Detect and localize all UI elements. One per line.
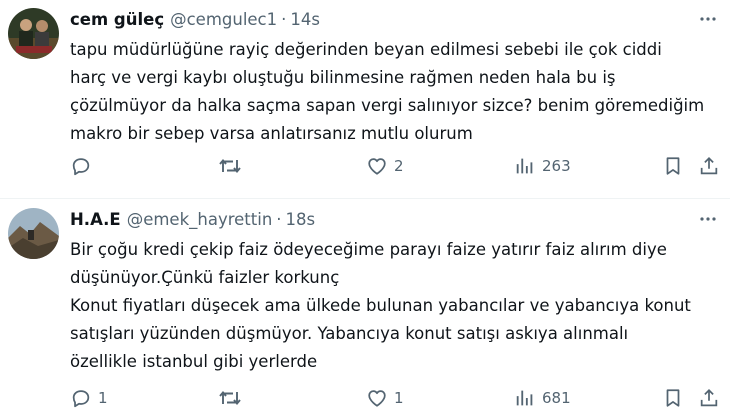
like-count: 1 [394,389,404,407]
bookmark-button[interactable] [662,153,684,179]
tweet-text-line: makro bir sebep varsa anlatırsanız mutlu… [70,124,473,143]
reply-icon [70,387,92,409]
like-button[interactable]: 2 [366,153,404,179]
like-button[interactable]: 1 [366,385,404,411]
reply-button[interactable]: 1 [70,385,108,411]
display-name[interactable]: H.A.E [70,210,121,229]
views-button[interactable]: 681 [514,385,571,411]
more-icon[interactable] [696,208,720,230]
retweet-button[interactable] [218,385,248,411]
views-count: 681 [542,389,571,407]
reply-count: 1 [98,389,108,407]
tweet-text: Bir çoğu kredi çekip faiz ödeyeceğime pa… [70,236,720,376]
timestamp[interactable]: 18s [286,210,316,229]
reply-icon [70,155,92,177]
separator: · [276,209,282,229]
separator: · [281,9,287,29]
username[interactable]: @emek_hayrettin [127,210,273,229]
tweet-header: cem güleç @cemgulec1 · 14s [70,8,320,30]
divider [0,198,730,199]
action-bar: 2 263 [70,153,720,179]
tweet-text-line: satışları yüzünden düşmüyor. Yabancıya k… [70,324,629,343]
retweet-button[interactable] [218,153,248,179]
action-bar: 1 1 681 [70,385,720,411]
tweet-text-line: Bir çoğu kredi çekip faiz ödeyeceğime pa… [70,240,667,259]
views-icon [514,155,536,177]
tweet-text-line: çözülmüyor da halka saçma sapan vergi sa… [70,96,705,115]
bookmark-icon [662,155,684,177]
username[interactable]: @cemgulec1 [170,10,277,29]
tweet-text-line: düşünüyor.Çünkü faizler korkunç [70,268,340,287]
avatar[interactable] [8,208,59,259]
tweet-text-line: Konut fiyatları düşecek ama ülkede bulun… [70,296,691,315]
timestamp[interactable]: 14s [290,10,320,29]
reply-button[interactable] [70,153,98,179]
share-button[interactable] [698,153,720,179]
views-button[interactable]: 263 [514,153,571,179]
retweet-icon [218,387,242,409]
more-icon[interactable] [696,8,720,30]
tweet-text-line: tapu müdürlüğüne rayiç değerinden beyan … [70,40,662,59]
tweet-header: H.A.E @emek_hayrettin · 18s [70,208,315,230]
tweet[interactable]: H.A.E @emek_hayrettin · 18s Bir çoğu kre… [0,200,730,420]
tweet-text-line: harç ve vergi kaybı oluştuğu bilinmesine… [70,68,616,87]
bookmark-button[interactable] [662,385,684,411]
views-icon [514,387,536,409]
views-count: 263 [542,157,571,175]
tweet-text-line: özellikle istanbul gibi yerlerde [70,352,318,371]
display-name[interactable]: cem güleç [70,10,164,29]
tweet[interactable]: cem güleç @cemgulec1 · 14s tapu müdürlüğ… [0,0,730,198]
heart-icon [366,155,388,177]
share-icon [698,155,720,177]
tweet-text: tapu müdürlüğüne rayiç değerinden beyan … [70,36,720,148]
retweet-icon [218,155,242,177]
share-icon [698,387,720,409]
heart-icon [366,387,388,409]
bookmark-icon [662,387,684,409]
avatar[interactable] [8,8,59,59]
like-count: 2 [394,157,404,175]
share-button[interactable] [698,385,720,411]
